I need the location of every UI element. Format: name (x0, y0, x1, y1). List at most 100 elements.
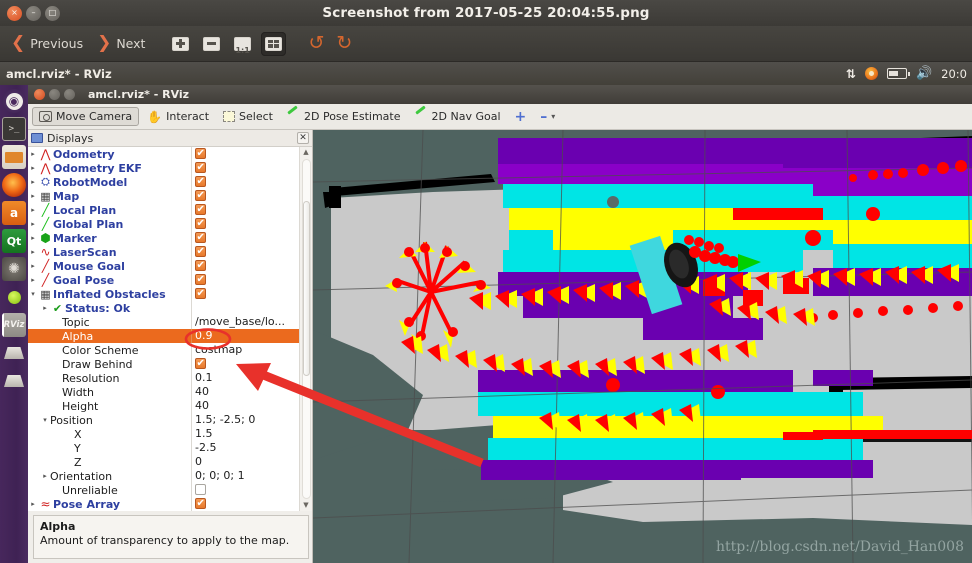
enable-checkbox[interactable] (195, 217, 206, 231)
launcher-item-ubuntu-dash[interactable]: ◉ (2, 89, 26, 113)
launcher-item-files[interactable] (2, 145, 26, 169)
tool-select[interactable]: Select (217, 108, 279, 125)
property-value[interactable] (191, 245, 299, 259)
property-value[interactable] (191, 189, 299, 203)
property-value[interactable]: 0; 0; 0; 1 (191, 469, 299, 483)
enable-checkbox[interactable] (195, 357, 206, 371)
property-row-unreliable[interactable]: Unreliable (28, 483, 299, 497)
property-value[interactable] (191, 273, 299, 287)
volume-icon[interactable]: 🔊 (916, 66, 932, 81)
expand-arrow-icon[interactable]: ▸ (28, 150, 38, 158)
enable-checkbox[interactable] (195, 147, 206, 161)
tool-2d-nav-goal[interactable]: 2D Nav Goal (409, 108, 507, 125)
display-item-robotmodel[interactable]: ▸ ⛭ RobotModel (28, 175, 299, 189)
display-item-laserscan[interactable]: ▸ ∿ LaserScan (28, 245, 299, 259)
property-value[interactable] (191, 203, 299, 217)
property-row-color-scheme[interactable]: Color Scheme costmap (28, 343, 299, 357)
maximize-window-button[interactable]: □ (45, 5, 60, 21)
zoom-out-button[interactable] (199, 32, 224, 56)
launcher-item-window-2[interactable] (2, 369, 26, 393)
rotate-right-icon[interactable]: ↻ (330, 34, 358, 53)
displays-panel-close-button[interactable]: ✕ (297, 132, 309, 144)
display-item-goal-pose[interactable]: ▸ ╱ Goal Pose (28, 273, 299, 287)
property-row-height[interactable]: Height 40 (28, 399, 299, 413)
property-value[interactable]: 1.5; -2.5; 0 (191, 413, 299, 427)
scroll-down-button[interactable]: ▼ (301, 500, 312, 511)
enable-checkbox[interactable] (195, 484, 206, 495)
minimize-window-button[interactable]: – (26, 5, 41, 21)
property-row-width[interactable]: Width 40 (28, 385, 299, 399)
normal-size-button[interactable]: 1:1 (230, 32, 255, 56)
property-value[interactable] (191, 287, 299, 301)
scrollbar-track[interactable] (301, 159, 311, 499)
property-row-draw-behind[interactable]: Draw Behind (28, 357, 299, 371)
scroll-up-button[interactable]: ▲ (301, 147, 312, 158)
display-item-mouse-goal[interactable]: ▸ ╱ Mouse Goal (28, 259, 299, 273)
expand-arrow-icon[interactable]: ▸ (28, 234, 38, 242)
expand-arrow-icon[interactable]: ▸ (28, 262, 38, 270)
tool-remove[interactable]: – ▾ (534, 108, 561, 126)
property-row-x[interactable]: X 1.5 (28, 427, 299, 441)
property-value[interactable]: 0.1 (191, 371, 299, 385)
property-row-y[interactable]: Y -2.5 (28, 441, 299, 455)
best-fit-button[interactable] (261, 31, 287, 56)
launcher-item-system-settings[interactable]: ✺ (2, 257, 26, 281)
property-value[interactable]: /move_base/lo... (191, 315, 299, 329)
launcher-item-rviz[interactable]: RViz (2, 313, 26, 337)
property-value[interactable]: costmap (191, 343, 299, 357)
property-row-resolution[interactable]: Resolution 0.1 (28, 371, 299, 385)
expand-arrow-icon[interactable]: ▸ (40, 472, 50, 480)
display-item-map[interactable]: ▸ ▦ Map (28, 189, 299, 203)
property-value[interactable] (191, 231, 299, 245)
launcher-item-qt-creator[interactable]: Qt (2, 229, 26, 253)
property-value[interactable] (191, 217, 299, 231)
property-row-topic[interactable]: Topic/move_base/lo... (28, 315, 299, 329)
property-value[interactable]: 40 (191, 399, 299, 413)
property-value[interactable]: 0 (191, 455, 299, 469)
launcher-item-firefox[interactable] (2, 173, 26, 197)
property-value[interactable] (191, 357, 299, 371)
rviz-maximize-button[interactable] (64, 89, 75, 100)
property-row-alpha[interactable]: Alpha 0.9 (28, 329, 299, 343)
enable-checkbox[interactable] (195, 161, 206, 175)
previous-image-button[interactable]: ❮ Previous (4, 32, 90, 55)
property-row-position[interactable]: ▾ Position 1.5; -2.5; 0 (28, 413, 299, 427)
battery-icon[interactable] (886, 68, 910, 79)
tool-2d-pose-estimate[interactable]: 2D Pose Estimate (281, 108, 407, 125)
expand-arrow-icon[interactable]: ▸ (28, 220, 38, 228)
property-row-status-ok[interactable]: ▸ ✔ Status: Ok (28, 301, 299, 315)
software-updates-icon[interactable] (864, 67, 878, 80)
display-item-global-plan[interactable]: ▸ ╱ Global Plan (28, 217, 299, 231)
clock-indicator[interactable]: 20:0 (941, 67, 967, 81)
enable-checkbox[interactable] (195, 273, 206, 287)
expand-arrow-open-icon[interactable]: ▾ (40, 416, 50, 424)
enable-checkbox[interactable] (195, 287, 206, 301)
property-row-orientation[interactable]: ▸ Orientation 0; 0; 0; 1 (28, 469, 299, 483)
scrollbar-thumb[interactable] (302, 200, 310, 377)
launcher-item-amazon[interactable]: a (2, 201, 26, 225)
expand-arrow-icon[interactable]: ▸ (28, 248, 38, 256)
enable-checkbox[interactable] (195, 245, 206, 259)
rviz-minimize-button[interactable] (49, 89, 60, 100)
display-item-inflated-obstacles[interactable]: ▾ ▦ Inflated Obstacles (28, 287, 299, 301)
expand-arrow-icon[interactable]: ▸ (28, 164, 38, 172)
rviz-3d-view[interactable]: http://blog.csdn.net/David_Han008 (313, 130, 972, 563)
property-value[interactable] (191, 175, 299, 189)
property-value[interactable]: 1.5 (191, 427, 299, 441)
enable-checkbox[interactable] (195, 231, 206, 245)
property-value[interactable] (191, 147, 299, 161)
enable-checkbox[interactable] (195, 175, 206, 189)
expand-arrow-icon[interactable]: ▸ (40, 304, 50, 312)
property-row-z[interactable]: Z0 (28, 455, 299, 469)
display-item-marker[interactable]: ▸ ⬢ Marker (28, 231, 299, 245)
expand-arrow-icon[interactable]: ▸ (28, 500, 38, 508)
expand-arrow-open-icon[interactable]: ▾ (28, 290, 38, 298)
displays-tree[interactable]: ▸⋀Odometry▸⋀Odometry EKF▸⛭RobotModel▸▦Ma… (28, 147, 299, 511)
expand-arrow-icon[interactable]: ▸ (28, 178, 38, 186)
launcher-item-terminal[interactable]: >_ (2, 117, 26, 141)
enable-checkbox[interactable] (195, 497, 206, 511)
expand-arrow-icon[interactable]: ▸ (28, 206, 38, 214)
expand-arrow-icon[interactable]: ▸ (28, 192, 38, 200)
displays-scrollbar[interactable]: ▲ ▼ (299, 147, 312, 511)
property-value[interactable]: 40 (191, 385, 299, 399)
